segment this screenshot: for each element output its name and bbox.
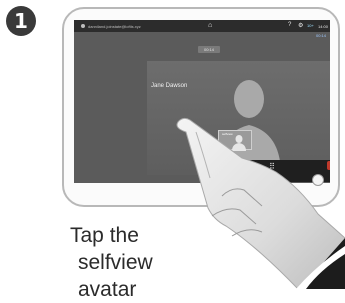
add-button[interactable]: + Add (237, 162, 257, 175)
caption-line-1: Tap the (70, 224, 139, 247)
end-call-button[interactable] (327, 161, 330, 170)
status-time: 14:00 (318, 24, 329, 29)
caption-line-2: selfview (78, 251, 153, 274)
share-label: Share (217, 171, 226, 175)
device-home-button[interactable] (312, 174, 324, 186)
status-url: danniland.joinstate@loftis.xyz (88, 24, 141, 29)
status-badge: 10+ (307, 23, 314, 28)
home-icon[interactable]: ⌂ (208, 22, 212, 29)
share-icon: ⭳ (220, 162, 224, 171)
status-dot-icon (81, 24, 85, 28)
keypad-label: Keypad (266, 171, 278, 175)
remote-participant-name: Jane Dawson (151, 83, 188, 89)
add-icon: + (244, 162, 250, 171)
caption-line-3: avatar (78, 278, 137, 301)
question-icon[interactable]: ? (288, 22, 291, 28)
keypad-button[interactable]: ⠿ Keypad (262, 162, 282, 175)
gear-icon[interactable]: ⚙ (298, 22, 303, 29)
instruction-caption: Tap the selfview avatar (70, 222, 180, 303)
share-button[interactable]: ⭳ Share (212, 162, 232, 175)
status-time-sub: 00:14 (316, 33, 327, 38)
call-duration-indicator[interactable]: 00:14 (198, 46, 220, 53)
remote-participant-video (147, 61, 330, 175)
device-screen: danniland.joinstate@loftis.xyz ⌂ ? ⚙ 10+… (74, 20, 330, 183)
person-silhouette-icon (217, 80, 281, 175)
keypad-icon: ⠿ (269, 162, 275, 171)
step-number-badge: 1 (6, 6, 36, 36)
selfview-label: selfview (222, 132, 233, 136)
add-label: Add (244, 171, 250, 175)
